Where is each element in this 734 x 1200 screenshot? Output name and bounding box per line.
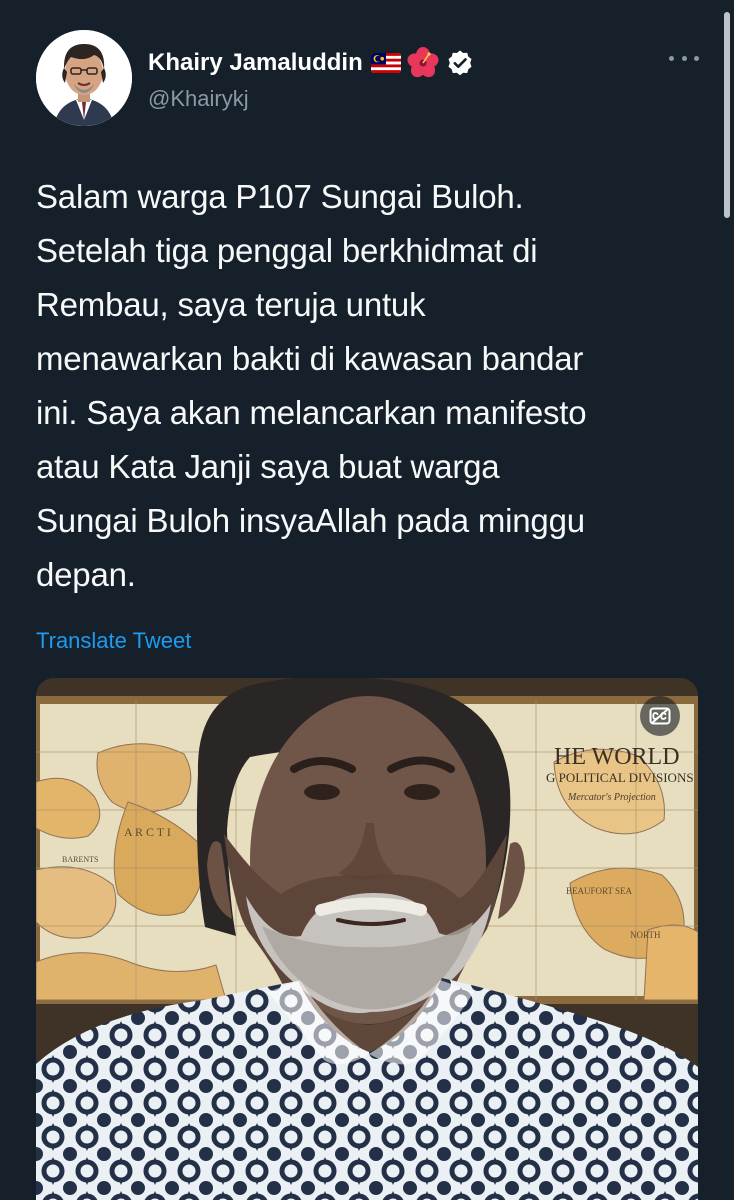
verified-badge-icon (447, 50, 473, 76)
tweet-video[interactable]: HE WORLD G POLITICAL DIVISIONS Mercator'… (36, 678, 698, 1200)
translate-tweet-link[interactable]: Translate Tweet (36, 628, 191, 654)
more-options-button[interactable] (669, 48, 699, 68)
more-dot-icon (681, 55, 687, 61)
more-dot-icon (669, 55, 674, 61)
map-title: HE WORLD (554, 744, 680, 770)
display-name[interactable]: Khairy Jamaluddin (148, 49, 363, 77)
map-arctic-label: A R C T I (124, 825, 171, 839)
tweet-screen: Khairy Jamaluddin @Khairykj Salam warga … (0, 0, 734, 1200)
captions-icon[interactable] (640, 696, 680, 736)
map-subtitle: G POLITICAL DIVISIONS (546, 770, 694, 785)
avatar-cartoon-icon (36, 30, 132, 126)
map-beaufort-label: BEAUFORT SEA (566, 886, 633, 896)
avatar[interactable] (36, 30, 132, 126)
map-north-label: NORTH (630, 930, 661, 940)
more-dot-icon (694, 55, 699, 61)
author-handle[interactable]: @Khairykj (148, 86, 249, 112)
map-projection: Mercator's Projection (567, 792, 656, 803)
map-barents-label: BARENTS (62, 855, 98, 864)
tweet-text: Salam warga P107 Sungai Buloh. Setelah t… (36, 178, 587, 593)
tweet-header: Khairy Jamaluddin @Khairykj (36, 30, 699, 128)
hibiscus-icon (405, 45, 441, 81)
name-row: Khairy Jamaluddin (148, 45, 473, 81)
video-thumbnail: HE WORLD G POLITICAL DIVISIONS Mercator'… (36, 678, 698, 1200)
scrollbar[interactable] (724, 12, 730, 218)
malaysia-flag-icon (370, 53, 401, 73)
